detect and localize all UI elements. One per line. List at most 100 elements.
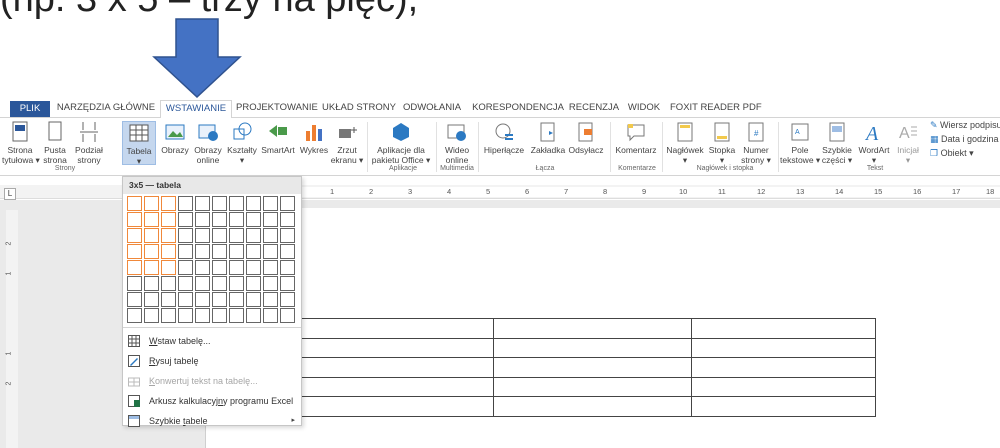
- tab-design[interactable]: PROJEKTOWANIE: [236, 100, 318, 118]
- blank-page-button[interactable]: Pusta strona: [40, 121, 70, 165]
- tab-references[interactable]: ODWOŁANIA: [400, 100, 464, 118]
- grid-cell[interactable]: [195, 196, 210, 211]
- cross-reference-button[interactable]: Odsyłacz: [566, 121, 606, 155]
- grid-cell[interactable]: [280, 244, 295, 259]
- grid-cell[interactable]: [246, 292, 261, 307]
- grid-cell[interactable]: [195, 308, 210, 323]
- grid-cell[interactable]: [144, 308, 159, 323]
- grid-cell[interactable]: [195, 260, 210, 275]
- grid-cell[interactable]: [246, 308, 261, 323]
- grid-cell[interactable]: [212, 196, 227, 211]
- grid-cell[interactable]: [178, 228, 193, 243]
- grid-cell[interactable]: [161, 292, 176, 307]
- grid-cell[interactable]: [212, 276, 227, 291]
- grid-cell[interactable]: [127, 212, 142, 227]
- grid-cell[interactable]: [246, 228, 261, 243]
- tab-review[interactable]: RECENZJA: [568, 100, 620, 118]
- screenshot-button[interactable]: Zrzut ekranu ▾: [330, 121, 364, 165]
- grid-cell[interactable]: [246, 276, 261, 291]
- grid-cell[interactable]: [178, 260, 193, 275]
- header-button[interactable]: Nagłówek ▾: [664, 121, 706, 165]
- tab-file[interactable]: PLIK: [10, 101, 50, 117]
- grid-cell[interactable]: [161, 276, 176, 291]
- hyperlink-button[interactable]: Hiperłącze: [480, 121, 528, 155]
- grid-cell[interactable]: [195, 228, 210, 243]
- grid-cell[interactable]: [229, 244, 244, 259]
- text-box-button[interactable]: A Pole tekstowe ▾: [780, 121, 820, 165]
- grid-cell[interactable]: [195, 276, 210, 291]
- comment-button[interactable]: Komentarz: [612, 121, 660, 155]
- signature-line-button[interactable]: ✎ Wiersz podpisu ▾: [930, 120, 1000, 131]
- tab-mailings[interactable]: KORESPONDENCJA: [470, 100, 566, 118]
- grid-cell[interactable]: [195, 212, 210, 227]
- table-button[interactable]: Tabela ▾: [122, 121, 156, 166]
- grid-cell[interactable]: [127, 292, 142, 307]
- grid-cell[interactable]: [178, 212, 193, 227]
- grid-cell[interactable]: [212, 260, 227, 275]
- grid-cell[interactable]: [144, 228, 159, 243]
- grid-cell[interactable]: [229, 196, 244, 211]
- grid-cell[interactable]: [127, 276, 142, 291]
- cover-page-button[interactable]: Strona tytułowa ▾: [2, 121, 40, 165]
- grid-cell[interactable]: [246, 260, 261, 275]
- convert-text-to-table-item[interactable]: Konwertuj tekst na tabelę...: [123, 371, 301, 391]
- grid-cell[interactable]: [161, 228, 176, 243]
- grid-cell[interactable]: [144, 244, 159, 259]
- object-button[interactable]: ❐ Obiekt ▾: [930, 148, 974, 159]
- grid-cell[interactable]: [161, 260, 176, 275]
- grid-cell[interactable]: [212, 228, 227, 243]
- grid-cell[interactable]: [127, 308, 142, 323]
- smartart-button[interactable]: SmartArt: [258, 121, 298, 155]
- tab-view[interactable]: WIDOK: [624, 100, 664, 118]
- grid-cell[interactable]: [212, 292, 227, 307]
- page-number-button[interactable]: # Numer strony ▾: [738, 121, 774, 165]
- grid-cell[interactable]: [280, 196, 295, 211]
- quick-tables-item[interactable]: Szybkie tabele ▸: [123, 411, 301, 431]
- grid-cell[interactable]: [280, 228, 295, 243]
- grid-cell[interactable]: [161, 212, 176, 227]
- grid-cell[interactable]: [195, 292, 210, 307]
- grid-cell[interactable]: [263, 212, 278, 227]
- grid-cell[interactable]: [178, 244, 193, 259]
- grid-cell[interactable]: [161, 244, 176, 259]
- grid-cell[interactable]: [212, 212, 227, 227]
- bookmark-button[interactable]: Zakładka: [528, 121, 568, 155]
- grid-cell[interactable]: [263, 196, 278, 211]
- tab-layout[interactable]: UKŁAD STRONY: [322, 100, 396, 118]
- online-video-button[interactable]: Wideo online: [440, 121, 474, 165]
- grid-cell[interactable]: [127, 228, 142, 243]
- grid-cell[interactable]: [161, 308, 176, 323]
- draw-table-item[interactable]: Rysuj tabelę: [123, 351, 301, 371]
- grid-cell[interactable]: [263, 228, 278, 243]
- quick-parts-button[interactable]: Szybkie części ▾: [820, 121, 854, 165]
- grid-cell[interactable]: [127, 244, 142, 259]
- grid-cell[interactable]: [246, 212, 261, 227]
- office-apps-button[interactable]: Aplikacje dla pakietu Office ▾: [368, 121, 434, 165]
- grid-cell[interactable]: [280, 260, 295, 275]
- grid-cell[interactable]: [246, 244, 261, 259]
- grid-cell[interactable]: [280, 276, 295, 291]
- drop-cap-button[interactable]: A Inicjał ▾: [892, 121, 924, 165]
- grid-cell[interactable]: [144, 276, 159, 291]
- grid-cell[interactable]: [263, 276, 278, 291]
- grid-cell[interactable]: [229, 308, 244, 323]
- grid-cell[interactable]: [263, 260, 278, 275]
- grid-cell[interactable]: [178, 308, 193, 323]
- online-pictures-button[interactable]: Obrazy online: [192, 121, 224, 165]
- grid-cell[interactable]: [127, 196, 142, 211]
- document-table[interactable]: [293, 318, 876, 417]
- insert-table-item[interactable]: Wstaw tabelę...: [123, 331, 301, 351]
- grid-cell[interactable]: [161, 196, 176, 211]
- date-time-button[interactable]: ▦ Data i godzina: [930, 134, 999, 145]
- grid-cell[interactable]: [280, 292, 295, 307]
- grid-cell[interactable]: [178, 292, 193, 307]
- excel-spreadsheet-item[interactable]: Arkusz kalkulacyjny programu Excel: [123, 391, 301, 411]
- grid-cell[interactable]: [195, 244, 210, 259]
- page-break-button[interactable]: Podział strony: [72, 121, 106, 165]
- grid-cell[interactable]: [178, 276, 193, 291]
- grid-cell[interactable]: [229, 228, 244, 243]
- grid-cell[interactable]: [263, 292, 278, 307]
- grid-cell[interactable]: [246, 196, 261, 211]
- chart-button[interactable]: Wykres: [298, 121, 330, 155]
- tab-foxit[interactable]: FOXIT READER PDF: [670, 100, 762, 118]
